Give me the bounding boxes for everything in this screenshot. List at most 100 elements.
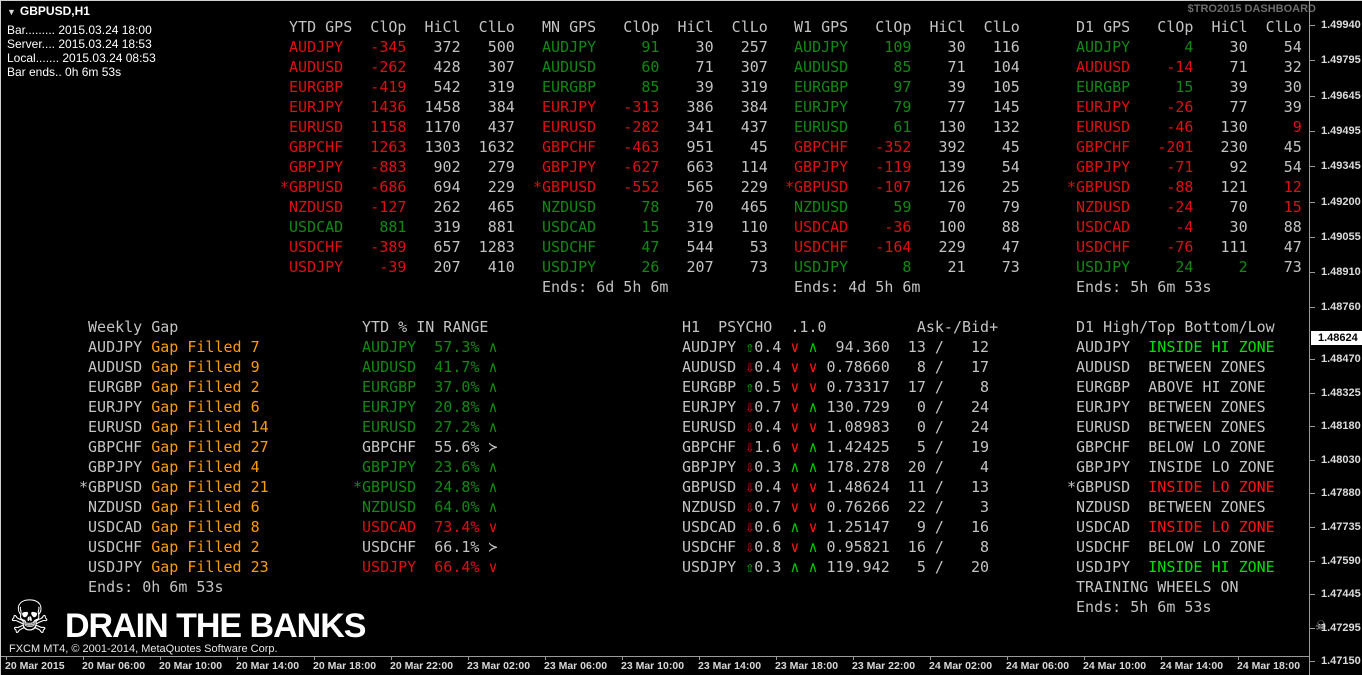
price-label: 1.47445	[1321, 588, 1361, 601]
cllo-value: 104	[965, 58, 1020, 76]
symbol-label: NZDUSD	[280, 198, 353, 216]
zone-status-value: ABOVE HI ZONE	[1148, 378, 1266, 396]
clop-value: 1158	[352, 118, 407, 136]
drain-the-banks-logo: DRAIN THE BANKS	[65, 607, 366, 645]
price-label: 1.49940	[1321, 19, 1361, 31]
gps-row-AUDUSD: AUDUSD -14 71 32	[1067, 57, 1302, 77]
ask-bid-value: 16 / 8	[889, 538, 990, 556]
ends-countdown: Ends: 5h 6m 53s	[1067, 278, 1212, 296]
ask-bid-value: 0 / 24	[889, 398, 990, 416]
price-label: 1.47880	[1321, 487, 1361, 500]
symbol-label: GBPJPY	[79, 458, 152, 476]
zone-row-EURUSD: EURUSD BETWEEN ZONES	[1067, 417, 1275, 437]
symbol-label: USDCHF	[533, 238, 606, 256]
gps-row-GBPUSD: *GBPUSD -686 694 229	[280, 177, 515, 197]
cllo-value: 73	[713, 258, 768, 276]
symbol-label: AUDUSD	[673, 358, 746, 376]
clop-value: -686	[352, 178, 407, 196]
small-skull-icon: ☠	[1315, 618, 1327, 633]
psycho-row-GBPUSD: GBPUSD ⇩0.4 ∨ ∨ 1.48624 11 / 13	[673, 477, 998, 497]
hicl-value: 902	[406, 158, 461, 176]
gps-row-GBPCHF: GBPCHF -352 392 45	[785, 137, 1020, 157]
price-label: 1.48470	[1321, 353, 1361, 365]
gps-row-EURUSD: EURUSD -282 341 437	[533, 117, 768, 137]
gps-header: MN GPS ClOp HiCl ClLo	[533, 17, 768, 37]
price-tick	[1310, 426, 1315, 428]
hicl-value: 262	[406, 198, 461, 216]
symbol-period-title[interactable]: ▼ GBPUSD,H1	[7, 4, 156, 19]
right-chevron-icon: ≻	[488, 538, 498, 556]
cllo-value: 79	[965, 198, 1020, 216]
price-value: 119.942	[817, 558, 890, 576]
clop-value: 1436	[352, 98, 407, 116]
price-scale[interactable]: 1.49940 1.49795 1.49645 1.49495 1.49345 1.492…	[1310, 1, 1362, 675]
hicl-value: 71	[1193, 58, 1248, 76]
hicl-value: 951	[659, 138, 714, 156]
clop-value: -88	[1139, 178, 1194, 196]
gps-header: W1 GPS ClOp HiCl ClLo	[785, 17, 1020, 37]
hicl-value: 30	[911, 38, 966, 56]
hicl-value: 229	[911, 238, 966, 256]
zone-row-EURJPY: EURJPY BETWEEN ZONES	[1067, 397, 1275, 417]
time-label: 20 Mar 10:00	[159, 660, 223, 672]
symbol-label: *GBPUSD	[533, 178, 606, 196]
hicl-value: 386	[659, 98, 714, 116]
clop-value: 85	[605, 78, 660, 96]
clop-value: 97	[857, 78, 912, 96]
zone-status-value: INSIDE LO ZONE	[1148, 478, 1275, 496]
hicl-value: 392	[911, 138, 966, 156]
psycho-delta-value: 0.7	[754, 398, 782, 416]
symbol-label: EURGBP	[280, 78, 353, 96]
d1-zones-table: D1 High/Top Bottom/Low AUDJPY INSIDE HI …	[1067, 317, 1275, 617]
down-chevron-icon: ∨	[799, 378, 818, 396]
gps-row-USDCHF: USDCHF -76 111 47	[1067, 237, 1302, 257]
price-value: 0.78660	[817, 358, 890, 376]
ytd-range-row-AUDJPY: AUDJPY 57.3% ∧	[353, 337, 498, 357]
symbol-label: *GBPUSD	[1067, 178, 1140, 196]
symbol-label: AUDUSD	[785, 58, 858, 76]
zone-row-NZDUSD: NZDUSD BETWEEN ZONES	[1067, 497, 1275, 517]
gps-row-AUDUSD: AUDUSD 60 71 307	[533, 57, 768, 77]
range-pct-value: 55.6%	[425, 438, 489, 456]
gap-filled-value: Gap Filled 4	[151, 458, 260, 476]
range-pct-value: 27.2%	[425, 418, 489, 436]
symbol-label: EURGBP	[1067, 378, 1149, 396]
mn-gps-table: MN GPS ClOp HiCl ClLo AUDJPY 91 30 257 A…	[533, 17, 768, 297]
cllo-value: 319	[713, 78, 768, 96]
cllo-value: 307	[460, 58, 515, 76]
up-arrow-icon: ⇧	[745, 338, 755, 356]
dashboard-watermark: $TRO2015 DASHBOARD	[1187, 3, 1316, 15]
gps-row-EURGBP: EURGBP 85 39 319	[533, 77, 768, 97]
up-chevron-icon: ∧	[781, 558, 800, 576]
hicl-value: 30	[659, 38, 714, 56]
symbol-label: USDJPY	[1067, 558, 1149, 576]
symbol-label: GBPCHF	[533, 138, 606, 156]
symbol-label: USDCHF	[353, 538, 426, 556]
ends-countdown: Ends: 0h 6m 53s	[79, 578, 224, 596]
price-label: 1.48910	[1321, 266, 1361, 279]
symbol-label: USDCAD	[533, 218, 606, 236]
hicl-value: 111	[1193, 238, 1248, 256]
up-chevron-icon: ∧	[799, 438, 818, 456]
up-chevron-icon: ∧	[488, 358, 498, 376]
clop-value: -883	[352, 158, 407, 176]
clop-value: 47	[605, 238, 660, 256]
clop-value: -463	[605, 138, 660, 156]
symbol-label: USDJPY	[79, 558, 152, 576]
cllo-value: 73	[1247, 258, 1302, 276]
time-axis[interactable]: 20 Mar 2015 20 Mar 06:00 20 Mar 10:00 20 Ma…	[1, 656, 1362, 675]
down-arrow-icon: ⇩	[745, 358, 755, 376]
weekly-gap-table: Weekly Gap AUDJPY Gap Filled 7 AUDUSD Ga…	[79, 317, 269, 597]
up-chevron-icon: ∧	[488, 338, 498, 356]
cllo-value: 32	[1247, 58, 1302, 76]
hicl-value: 663	[659, 158, 714, 176]
down-chevron-icon: ∨	[488, 518, 498, 536]
weekly-gap-row-GBPCHF: GBPCHF Gap Filled 27	[79, 437, 269, 457]
time-label: 20 Mar 22:00	[390, 660, 454, 672]
price-tick	[1310, 527, 1315, 528]
symbol-info-panel: ▼ GBPUSD,H1 Bar......... 2015.03.24 18:00…	[7, 4, 156, 79]
down-arrow-icon: ⇩	[745, 438, 755, 456]
price-label: 1.49645	[1321, 89, 1361, 102]
down-chevron-icon: ∨	[799, 518, 818, 536]
up-chevron-icon: ∧	[488, 458, 498, 476]
